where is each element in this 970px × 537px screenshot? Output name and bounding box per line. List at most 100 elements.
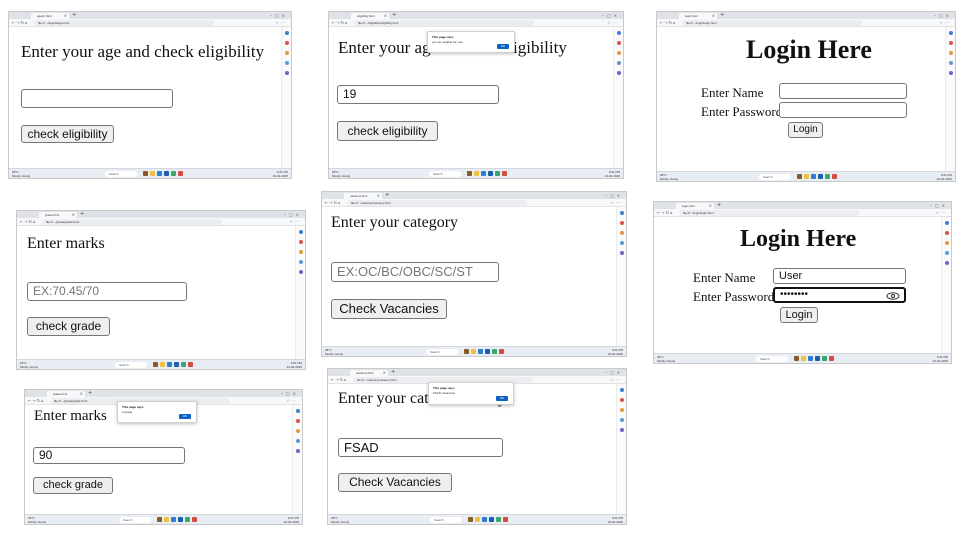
app-icon[interactable] bbox=[485, 349, 490, 354]
check-eligibility-button[interactable]: check eligibility bbox=[21, 125, 114, 143]
app-icon[interactable] bbox=[171, 517, 176, 522]
app-icon[interactable] bbox=[164, 171, 169, 176]
nav-icons[interactable]: ←→↻⌂ bbox=[28, 397, 45, 405]
sidebar-app-icon[interactable] bbox=[949, 41, 953, 45]
system-tray[interactable]: 9:21 PM 23-02-2025 bbox=[605, 170, 620, 178]
login-button[interactable]: Login bbox=[788, 122, 823, 138]
app-icon[interactable] bbox=[178, 517, 183, 522]
sidebar-app-icon[interactable] bbox=[945, 221, 949, 225]
url-field[interactable]: file:///.../login/login.html bbox=[682, 20, 862, 26]
weather-widget[interactable]: 28°C Mostly cloudy bbox=[660, 173, 678, 181]
app-icon[interactable] bbox=[808, 356, 813, 361]
sidebar-app-icon[interactable] bbox=[299, 240, 303, 244]
sidebar-app-icon[interactable] bbox=[617, 41, 621, 45]
name-input[interactable]: User bbox=[773, 268, 906, 284]
app-icon[interactable] bbox=[825, 174, 830, 179]
weather-widget[interactable]: 28°C Mostly cloudy bbox=[331, 516, 349, 524]
toolbar-icons[interactable]: ☆⋯ bbox=[610, 199, 622, 207]
sidebar-app-icon[interactable] bbox=[620, 251, 624, 255]
app-icon[interactable] bbox=[488, 171, 493, 176]
app-icon[interactable] bbox=[811, 174, 816, 179]
sidebar-app-icon[interactable] bbox=[620, 398, 624, 402]
app-icon[interactable] bbox=[167, 362, 172, 367]
age-input[interactable]: 19 bbox=[337, 85, 499, 104]
app-icon[interactable] bbox=[157, 171, 162, 176]
sidebar-app-icon[interactable] bbox=[617, 71, 621, 75]
window-controls[interactable]: –▢× bbox=[605, 192, 623, 199]
taskbar-search[interactable]: Search bbox=[429, 171, 461, 177]
nav-icons[interactable]: ←→↻⌂ bbox=[660, 19, 677, 27]
taskbar-search[interactable]: Search bbox=[105, 171, 137, 177]
app-icon[interactable] bbox=[181, 362, 186, 367]
system-tray[interactable]: 9:21 PM 23-02-2025 bbox=[933, 355, 948, 363]
sidebar-app-icon[interactable] bbox=[620, 221, 624, 225]
app-icon[interactable] bbox=[157, 517, 162, 522]
name-input[interactable] bbox=[779, 83, 907, 99]
system-tray[interactable]: 9:21 PM 23-02-2025 bbox=[608, 348, 623, 356]
taskbar-search[interactable]: Search bbox=[119, 517, 151, 523]
sidebar-app-icon[interactable] bbox=[945, 251, 949, 255]
app-icon[interactable] bbox=[164, 517, 169, 522]
new-tab-icon[interactable]: + bbox=[717, 202, 721, 209]
toolbar-icons[interactable]: ☆⋯ bbox=[935, 209, 947, 217]
sidebar-app-icon[interactable] bbox=[945, 261, 949, 265]
app-icon[interactable] bbox=[502, 171, 507, 176]
category-input[interactable]: EX:OC/BC/OBC/SC/ST bbox=[331, 262, 499, 282]
sidebar-app-icon[interactable] bbox=[296, 449, 300, 453]
weather-widget[interactable]: 28°C Mostly cloudy bbox=[657, 355, 675, 363]
category-input[interactable]: FSAD bbox=[338, 438, 503, 457]
app-icon[interactable] bbox=[171, 171, 176, 176]
url-field[interactable]: file:///.../vacancy/vacancy.html bbox=[347, 200, 527, 206]
app-icon[interactable] bbox=[482, 517, 487, 522]
sidebar-app-icon[interactable] bbox=[299, 270, 303, 274]
sidebar-app-icon[interactable] bbox=[285, 61, 289, 65]
app-icon[interactable] bbox=[468, 517, 473, 522]
sidebar-app-icon[interactable] bbox=[949, 71, 953, 75]
app-icon[interactable] bbox=[481, 171, 486, 176]
sidebar-app-icon[interactable] bbox=[620, 241, 624, 245]
sidebar-app-icon[interactable] bbox=[949, 61, 953, 65]
system-tray[interactable]: 9:21 PM 23-02-2025 bbox=[287, 361, 302, 369]
taskbar-search[interactable]: Search bbox=[759, 174, 791, 180]
sidebar-app-icon[interactable] bbox=[299, 260, 303, 264]
app-icon[interactable] bbox=[153, 362, 158, 367]
app-icon[interactable] bbox=[150, 171, 155, 176]
app-icon[interactable] bbox=[188, 362, 193, 367]
sidebar-app-icon[interactable] bbox=[949, 31, 953, 35]
app-icon[interactable] bbox=[499, 349, 504, 354]
url-field[interactable]: file:///.../login/login.html bbox=[679, 210, 859, 216]
check-grade-button[interactable]: check grade bbox=[27, 317, 110, 336]
new-tab-icon[interactable]: + bbox=[392, 12, 396, 19]
app-icon[interactable] bbox=[797, 174, 802, 179]
toolbar-icons[interactable]: ☆⋯ bbox=[275, 19, 287, 27]
app-icon[interactable] bbox=[801, 356, 806, 361]
password-input[interactable]: •••••••• bbox=[773, 287, 906, 303]
app-icon[interactable] bbox=[475, 517, 480, 522]
nav-icons[interactable]: ←→↻⌂ bbox=[325, 199, 342, 207]
system-tray[interactable]: 9:21 PM 23-02-2025 bbox=[608, 516, 623, 524]
weather-widget[interactable]: 28°C Mostly cloudy bbox=[12, 170, 30, 178]
window-controls[interactable]: –▢× bbox=[934, 12, 952, 19]
url-field[interactable]: file:///.../eligibility/eligibility.html bbox=[354, 20, 534, 26]
window-controls[interactable]: –▢× bbox=[602, 12, 620, 19]
check-eligibility-button[interactable]: check eligibility bbox=[337, 121, 438, 141]
sidebar-app-icon[interactable] bbox=[299, 230, 303, 234]
app-icon[interactable] bbox=[804, 174, 809, 179]
weather-widget[interactable]: 28°C Mostly cloudy bbox=[332, 170, 350, 178]
sidebar-app-icon[interactable] bbox=[620, 211, 624, 215]
sidebar-app-icon[interactable] bbox=[620, 428, 624, 432]
sidebar-app-icon[interactable] bbox=[285, 71, 289, 75]
sidebar-app-icon[interactable] bbox=[617, 61, 621, 65]
sidebar-app-icon[interactable] bbox=[296, 419, 300, 423]
sidebar-app-icon[interactable] bbox=[620, 388, 624, 392]
window-controls[interactable]: –▢× bbox=[605, 369, 623, 376]
login-button[interactable]: Login bbox=[780, 307, 818, 323]
marks-input[interactable]: EX:70.45/70 bbox=[27, 282, 187, 301]
app-icon[interactable] bbox=[471, 349, 476, 354]
sidebar-app-icon[interactable] bbox=[945, 241, 949, 245]
app-icon[interactable] bbox=[794, 356, 799, 361]
dialog-ok-button[interactable]: OK bbox=[179, 414, 191, 419]
window-controls[interactable]: –▢× bbox=[930, 202, 948, 209]
taskbar-search[interactable]: Search bbox=[430, 517, 462, 523]
sidebar-app-icon[interactable] bbox=[620, 418, 624, 422]
